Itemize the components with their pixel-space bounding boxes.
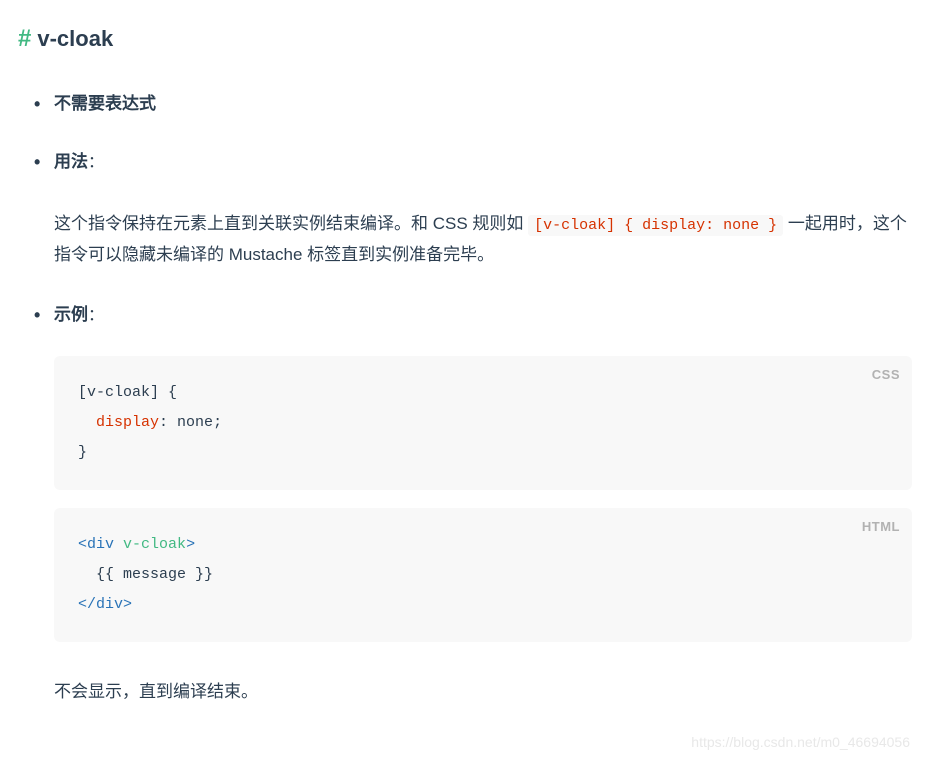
code-line: [v-cloak] { [78,378,888,408]
usage-description: 这个指令保持在元素上直到关联实例结束编译。和 CSS 规则如 [v-cloak]… [54,208,912,271]
list-item-title: 不需要表达式 [54,94,156,113]
code-token-attr: v-cloak [123,536,186,553]
code-token-tag: div [96,596,123,613]
code-token-brace: { [159,384,177,401]
colon: ： [88,307,104,324]
code-indent [78,414,96,431]
code-token-angle: < [78,536,87,553]
code-line: {{ message }} [78,560,888,590]
code-token-angle: </ [78,596,96,613]
list-item-title: 示例 [54,305,88,324]
code-token-separator: : [159,414,177,431]
watermark-text: https://blog.csdn.net/m0_46694056 [691,731,910,753]
code-language-label: CSS [872,362,900,388]
code-indent [78,566,96,583]
code-language-label: HTML [862,514,900,540]
inline-code-v-cloak-rule: [v-cloak] { display: none } [528,215,783,236]
code-token-tag: div [87,536,114,553]
code-space [114,536,123,553]
list-item-title: 用法 [54,152,88,171]
code-token-property: display [96,414,159,431]
code-token-value: none [177,414,213,431]
code-token-mustache: {{ message }} [96,566,213,583]
heading-anchor-hash[interactable]: # [18,20,31,58]
code-block-css: CSS [v-cloak] { display: none; } [54,356,912,490]
code-token-angle: > [186,536,195,553]
code-line: </div> [78,590,888,620]
code-line: } [78,438,888,468]
colon: ： [88,154,104,171]
content-list: 不需要表达式 用法： 这个指令保持在元素上直到关联实例结束编译。和 CSS 规则… [18,90,912,705]
list-item-usage: 用法： 这个指令保持在元素上直到关联实例结束编译。和 CSS 规则如 [v-cl… [54,148,912,271]
code-token-angle: > [123,596,132,613]
code-line: display: none; [78,408,888,438]
code-token-selector: [v-cloak] [78,384,159,401]
example-end-text: 不会显示，直到编译结束。 [54,678,912,705]
section-heading: # v-cloak [18,20,912,58]
code-block-html: HTML <div v-cloak> {{ message }} </div> [54,508,912,642]
code-token-brace: } [78,444,87,461]
list-item-example: 示例： CSS [v-cloak] { display: none; } HTM… [54,301,912,706]
usage-text-part1: 这个指令保持在元素上直到关联实例结束编译。和 CSS 规则如 [54,214,528,233]
heading-title: v-cloak [37,21,113,56]
code-line: <div v-cloak> [78,530,888,560]
code-token-semicolon: ; [213,414,222,431]
list-item-no-expression: 不需要表达式 [54,90,912,118]
